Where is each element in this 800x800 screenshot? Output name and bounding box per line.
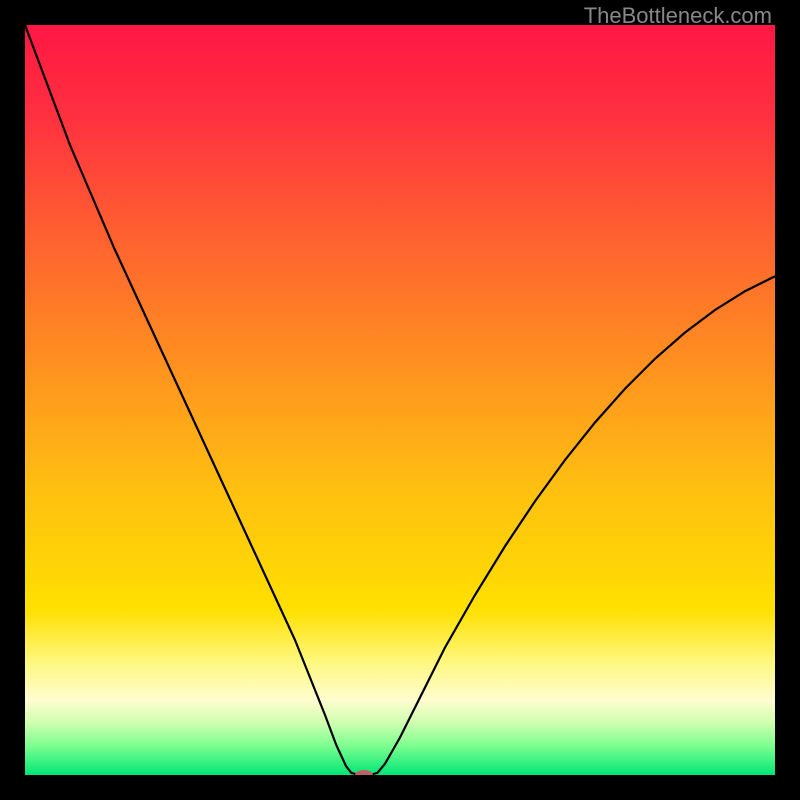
chart-container [25, 25, 775, 775]
watermark-text: TheBottleneck.com [584, 3, 772, 29]
gradient-background [25, 25, 775, 775]
chart-svg [25, 25, 775, 775]
